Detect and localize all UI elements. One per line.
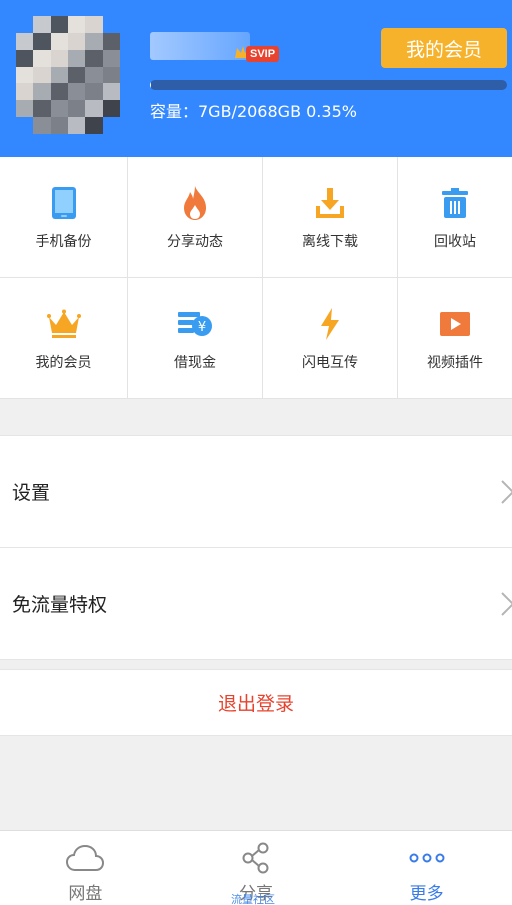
avatar-pixel xyxy=(16,66,34,84)
avatar-pixel xyxy=(103,16,120,33)
grid-item-share-feed[interactable]: 分享动态 xyxy=(128,157,263,278)
avatar-pixel xyxy=(68,49,86,67)
avatar-pixel xyxy=(33,32,51,50)
avatar-pixel xyxy=(50,117,68,134)
chevron-right-icon xyxy=(501,479,512,504)
svg-text:¥: ¥ xyxy=(198,320,206,335)
logout-button[interactable]: 退出登录 xyxy=(0,669,512,736)
more-dots-icon xyxy=(409,841,445,875)
feature-grid: 手机备份 分享动态 离线下载 回收站 我的会员 ¥ 借现金 闪电互传 视频插件 xyxy=(0,157,512,399)
avatar-pixel xyxy=(68,117,86,134)
share-icon xyxy=(241,841,271,875)
grid-item-label: 借现金 xyxy=(174,355,216,371)
cloud-icon xyxy=(66,841,105,875)
avatar-pixel xyxy=(68,100,86,118)
avatar-pixel xyxy=(33,66,51,84)
storage-progress-bar xyxy=(150,80,507,90)
tab-more[interactable]: 更多 xyxy=(341,831,512,905)
grid-item-label: 回收站 xyxy=(434,234,476,250)
flame-icon xyxy=(175,183,215,223)
chevron-right-icon xyxy=(501,591,512,616)
grid-item-phone-backup[interactable]: 手机备份 xyxy=(0,157,128,278)
avatar-pixel xyxy=(33,100,51,118)
avatar-pixel xyxy=(50,16,68,33)
storage-progress-fill xyxy=(150,80,152,90)
avatar-pixel xyxy=(85,100,103,118)
avatar-pixel xyxy=(16,32,34,50)
avatar-pixel xyxy=(33,49,51,67)
avatar-pixel xyxy=(102,83,120,101)
grid-item-label: 分享动态 xyxy=(167,234,223,250)
avatar-pixel xyxy=(16,49,34,67)
avatar-pixel xyxy=(102,49,120,67)
avatar-pixel xyxy=(68,83,86,101)
avatar-pixel xyxy=(16,100,34,118)
svip-label: SVIP xyxy=(246,46,280,62)
avatar-pixel xyxy=(16,83,34,101)
avatar-pixel xyxy=(85,66,103,84)
profile-header: SVIP 我的会员 容量：7GB/2068GB 0.35% xyxy=(0,0,512,157)
tab-more-label: 更多 xyxy=(409,884,444,904)
lightning-icon xyxy=(310,304,350,344)
grid-item-label: 手机备份 xyxy=(35,234,92,250)
avatar-pixel xyxy=(50,32,68,50)
avatar-pixel xyxy=(103,117,120,134)
storage-capacity-text: 容量：7GB/2068GB 0.35% xyxy=(150,102,357,121)
avatar-pixel xyxy=(102,66,120,84)
avatar-pixel xyxy=(85,83,103,101)
avatar-pixel xyxy=(68,16,86,33)
grid-item-video-plugin[interactable]: 视频插件 xyxy=(398,278,512,399)
avatar-pixel xyxy=(33,83,51,101)
free-traffic-label: 免流量特权 xyxy=(12,594,108,616)
my-membership-button[interactable]: 我的会员 xyxy=(381,28,507,68)
tab-disk[interactable]: 网盘 xyxy=(0,831,171,905)
avatar-pixel xyxy=(85,32,103,50)
avatar-pixel xyxy=(68,32,86,50)
tab-disk-label: 网盘 xyxy=(68,884,103,904)
grid-item-recycle-bin[interactable]: 回收站 xyxy=(398,157,512,278)
settings-label: 设置 xyxy=(12,482,51,504)
grid-item-borrow-cash[interactable]: ¥ 借现金 xyxy=(128,278,263,399)
avatar-pixel xyxy=(50,83,68,101)
avatar[interactable] xyxy=(16,16,120,134)
avatar-pixel xyxy=(50,49,68,67)
avatar-pixel xyxy=(102,100,120,118)
watermark-text: 流量社区 xyxy=(231,893,275,905)
trash-icon xyxy=(435,183,475,223)
settings-row[interactable]: 设置 xyxy=(0,436,512,548)
svip-badge: SVIP xyxy=(234,40,280,62)
avatar-pixel xyxy=(85,49,103,67)
avatar-pixel xyxy=(16,117,33,134)
avatar-pixel xyxy=(33,16,51,33)
video-icon xyxy=(435,304,475,344)
grid-item-label: 视频插件 xyxy=(427,355,483,371)
grid-item-label: 我的会员 xyxy=(35,355,92,371)
settings-list: 设置 免流量特权 xyxy=(0,435,512,660)
grid-item-flash-transfer[interactable]: 闪电互传 xyxy=(263,278,398,399)
grid-item-label: 离线下载 xyxy=(302,234,358,250)
avatar-pixel xyxy=(68,66,86,84)
cash-icon: ¥ xyxy=(175,304,215,344)
grid-item-label: 闪电互传 xyxy=(302,355,358,371)
avatar-pixel xyxy=(50,66,68,84)
download-icon xyxy=(310,183,350,223)
grid-item-offline-download[interactable]: 离线下载 xyxy=(263,157,398,278)
grid-item-my-membership[interactable]: 我的会员 xyxy=(0,278,128,399)
avatar-pixel xyxy=(33,117,51,134)
avatar-pixel xyxy=(85,117,103,134)
avatar-pixel xyxy=(50,100,68,118)
avatar-pixel xyxy=(102,32,120,50)
phone-backup-icon xyxy=(44,183,84,223)
avatar-pixel xyxy=(16,16,33,33)
crown-icon xyxy=(44,304,84,344)
free-traffic-row[interactable]: 免流量特权 xyxy=(0,548,512,660)
avatar-pixel xyxy=(85,16,103,33)
